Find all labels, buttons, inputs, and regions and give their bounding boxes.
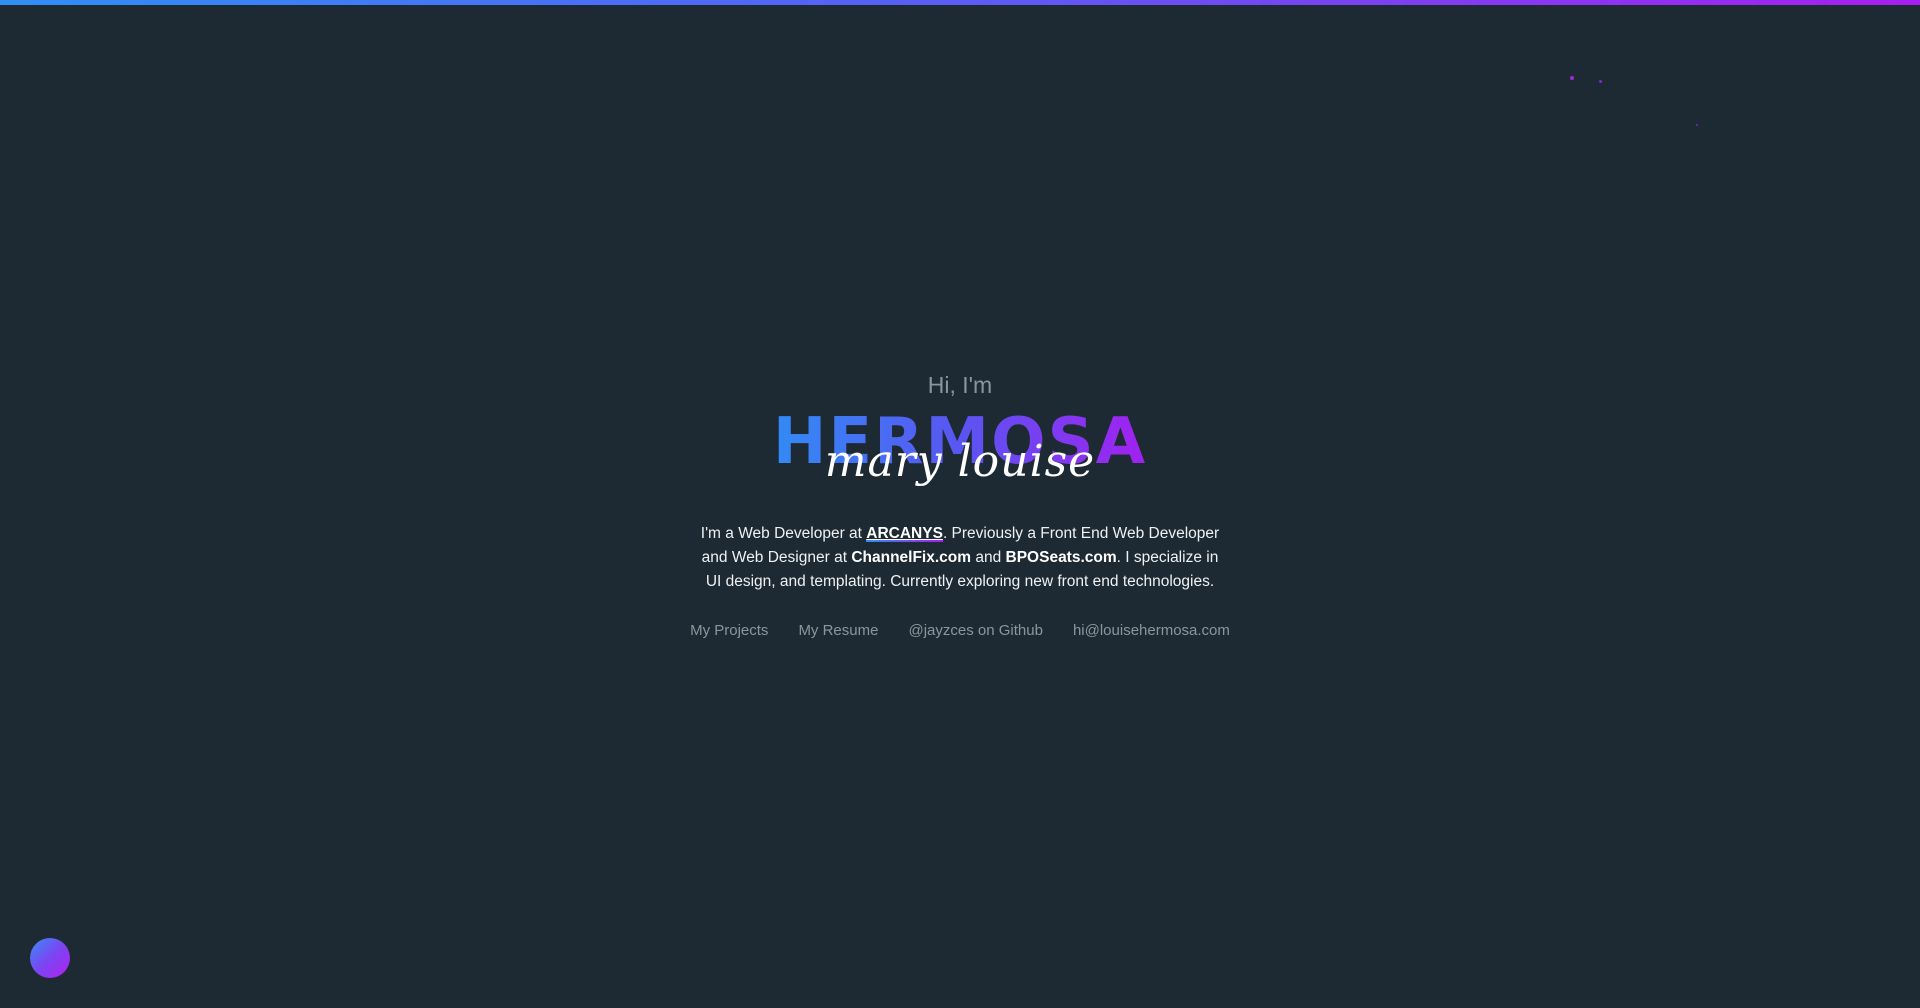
decorative-dot <box>1599 80 1602 83</box>
greeting: Hi, I'm <box>927 372 993 398</box>
theme-toggle-button[interactable] <box>30 938 70 978</box>
projects-link[interactable]: My Projects <box>690 622 768 639</box>
bio-text: and <box>971 549 1006 566</box>
resume-link[interactable]: My Resume <box>798 622 878 639</box>
decorative-dot <box>1696 124 1698 126</box>
name-logo: HERMOSA mary louise <box>760 404 1160 500</box>
previous-company: BPOSeats.com <box>1005 549 1117 566</box>
links-nav: My Projects My Resume @jayzces on Github… <box>0 622 1920 639</box>
bio-paragraph: I'm a Web Developer at ARCANYS. Previous… <box>700 522 1220 594</box>
hero-section: Hi, I'm HERMOSA mary louise I'm a Web De… <box>0 368 1920 639</box>
bio-text: I'm a Web Developer at <box>700 525 867 542</box>
company-link[interactable]: ARCANYS <box>866 525 943 545</box>
top-gradient-bar <box>0 0 1920 5</box>
firstname: mary louise <box>824 436 1096 487</box>
previous-company: ChannelFix.com <box>851 549 972 566</box>
email-link[interactable]: hi@louisehermosa.com <box>1073 622 1230 639</box>
github-link[interactable]: @jayzces on Github <box>908 622 1042 639</box>
decorative-dot <box>1570 76 1574 80</box>
